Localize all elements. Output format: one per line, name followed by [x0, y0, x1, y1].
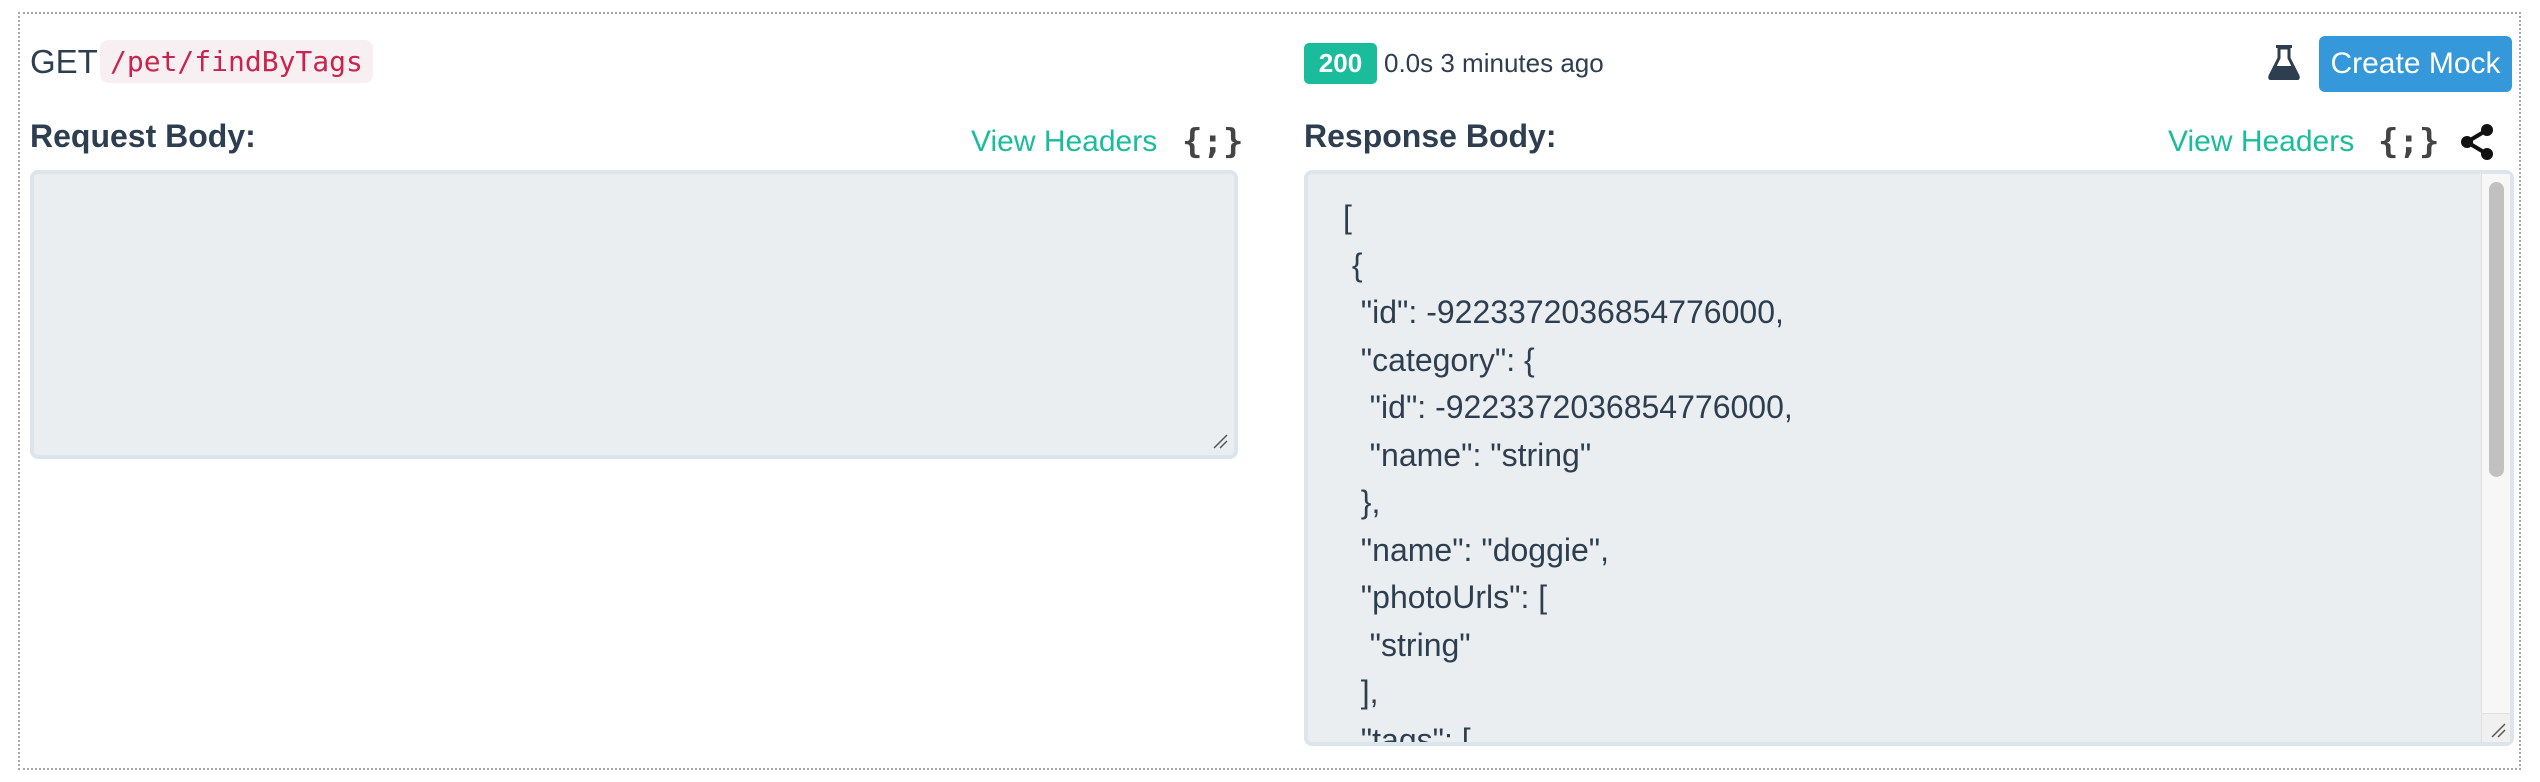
- status-badge: 200: [1304, 43, 1377, 84]
- request-body-editor[interactable]: [30, 170, 1238, 459]
- json-line: "name": "doggie",: [1343, 531, 1610, 568]
- json-line: "tags": [: [1343, 721, 1471, 743]
- response-json: [ { "id": -9223372036854776000, "categor…: [1308, 174, 2480, 742]
- json-line: "id": -9223372036854776000,: [1343, 294, 1784, 330]
- json-line: "name": "string": [1343, 436, 1592, 473]
- json-line: "string": [1343, 626, 1471, 663]
- scrollbar-thumb[interactable]: [2489, 182, 2504, 477]
- response-view-headers-link[interactable]: View Headers: [2168, 122, 2354, 162]
- scrollbar[interactable]: [2481, 174, 2510, 742]
- format-json-icon[interactable]: {;}: [1182, 122, 1243, 162]
- json-line: },: [1343, 484, 1381, 520]
- format-json-icon[interactable]: {;}: [2378, 122, 2439, 162]
- json-line: ],: [1343, 674, 1379, 710]
- flask-icon[interactable]: [2268, 44, 2300, 81]
- json-line: "id": -9223372036854776000,: [1343, 389, 1793, 425]
- request-view-headers-link[interactable]: View Headers: [971, 122, 1157, 162]
- response-body-viewer[interactable]: [ { "id": -9223372036854776000, "categor…: [1304, 170, 2514, 746]
- request-body-title: Request Body:: [30, 118, 256, 154]
- json-line: [: [1343, 199, 1352, 235]
- share-icon[interactable]: [2460, 124, 2494, 160]
- response-timing: 0.0s 3 minutes ago: [1384, 48, 1604, 78]
- json-line: "category": {: [1343, 341, 1535, 378]
- resize-handle-icon[interactable]: [2490, 722, 2506, 738]
- json-line: "photoUrls": [: [1343, 579, 1548, 615]
- create-mock-button[interactable]: Create Mock: [2319, 36, 2512, 92]
- http-method: GET: [30, 43, 98, 80]
- json-line: {: [1343, 246, 1363, 283]
- scroll-corner: [2481, 713, 2510, 742]
- resize-handle-icon[interactable]: [1212, 433, 1228, 449]
- response-body-title: Response Body:: [1304, 118, 1557, 154]
- request-path: /pet/findByTags: [100, 40, 373, 83]
